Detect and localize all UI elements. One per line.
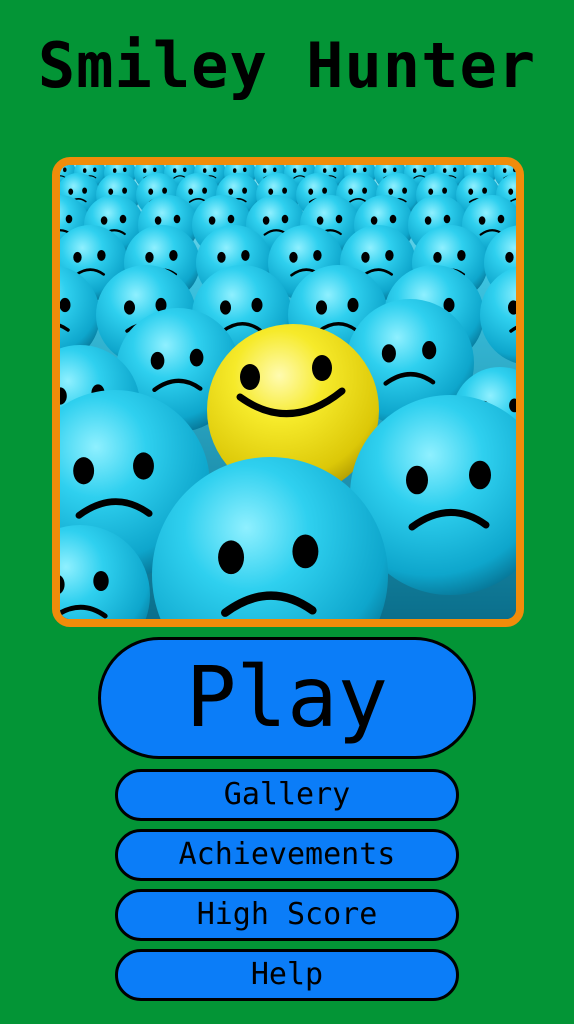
gallery-button[interactable]: Gallery (115, 769, 459, 821)
achievements-button[interactable]: Achievements (115, 829, 459, 881)
play-button[interactable]: Play (98, 637, 476, 759)
hero-image (52, 157, 524, 627)
game-title: Smiley Hunter (37, 29, 537, 102)
smiley-crowd-illustration (60, 165, 516, 619)
help-button[interactable]: Help (115, 949, 459, 1001)
high-score-button[interactable]: High Score (115, 889, 459, 941)
